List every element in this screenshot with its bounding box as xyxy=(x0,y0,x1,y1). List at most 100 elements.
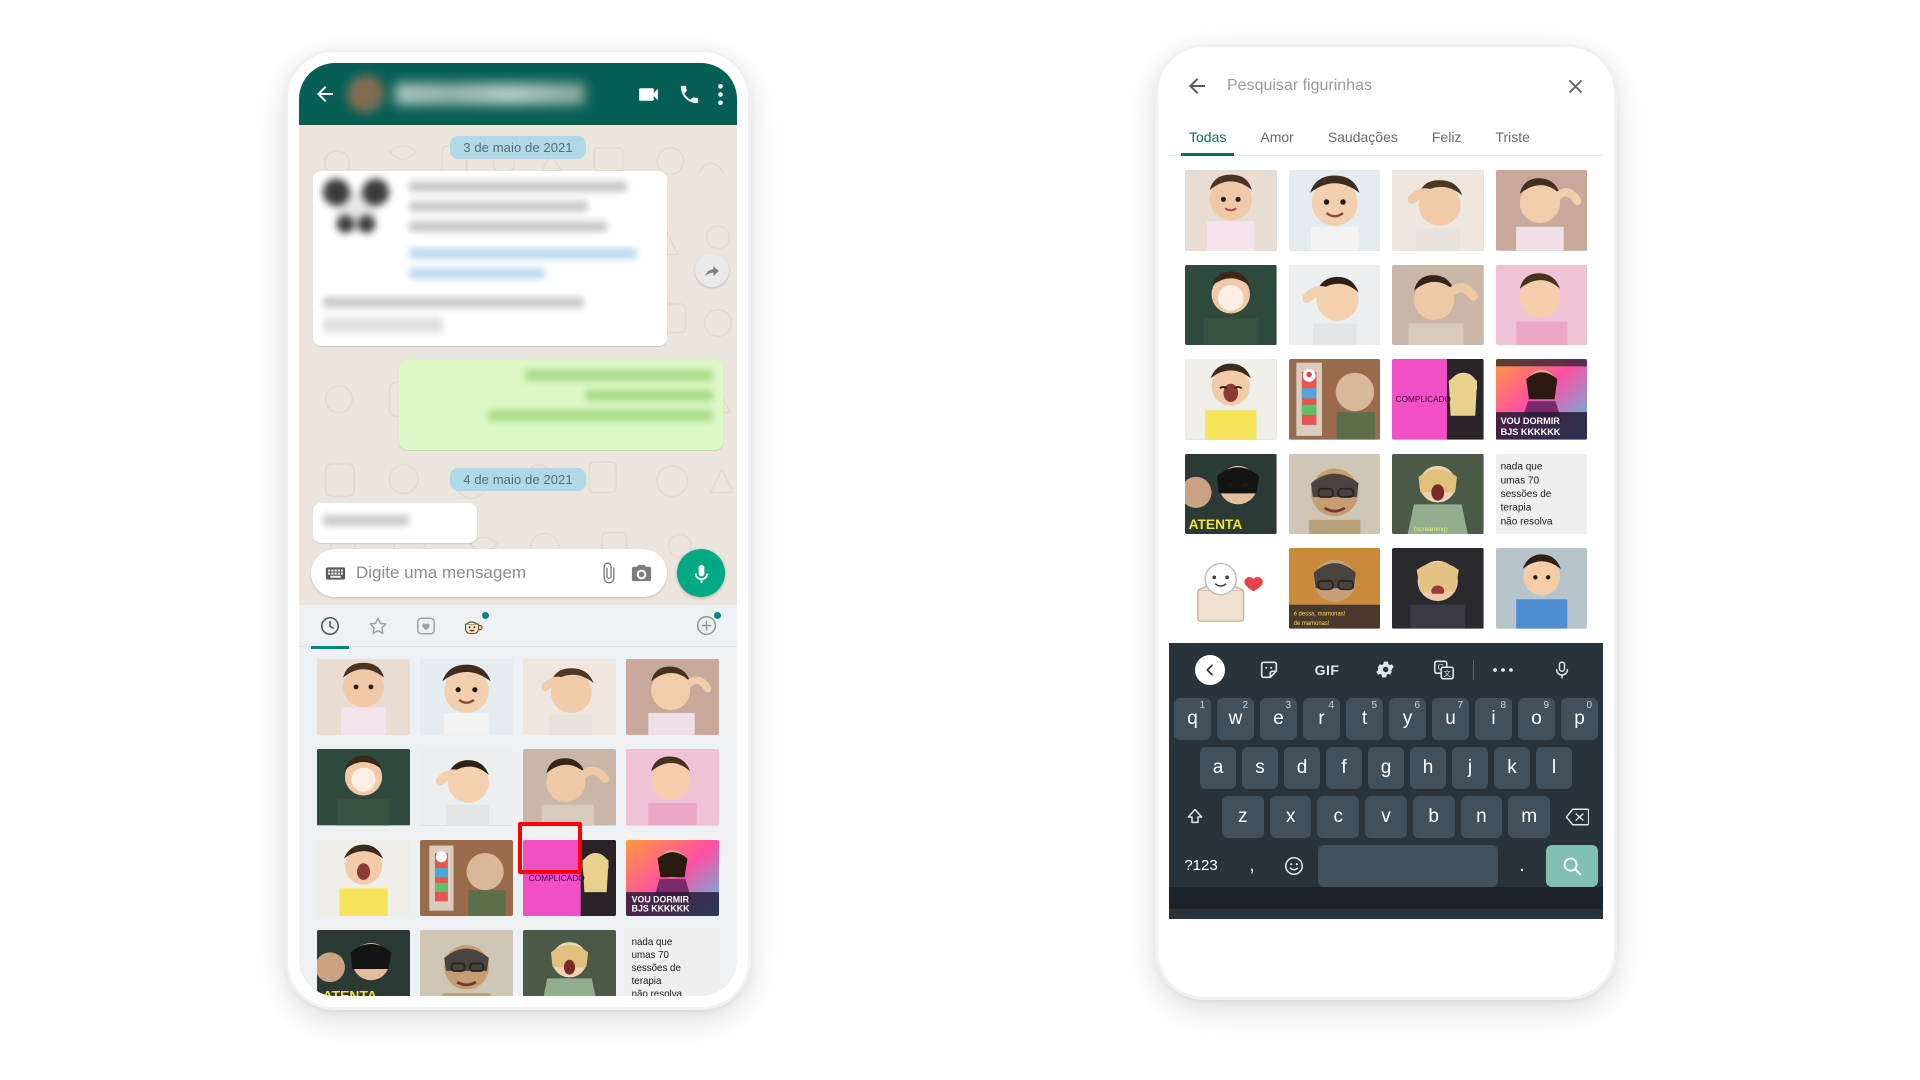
tab-triste[interactable]: Triste xyxy=(1487,129,1537,155)
sticker-result[interactable] xyxy=(1288,453,1380,535)
emoji-key[interactable] xyxy=(1276,845,1312,887)
sticker-result[interactable]: é dessa, mamonas! de mamonas! xyxy=(1288,548,1380,629)
sticker-result[interactable]: ATENTA xyxy=(1185,453,1277,535)
message-bubble-incoming[interactable] xyxy=(313,171,667,346)
sticker-result[interactable] xyxy=(1392,264,1484,346)
space-key[interactable] xyxy=(1318,844,1498,887)
tab-feliz[interactable]: Feliz xyxy=(1424,129,1470,155)
sticker-result[interactable] xyxy=(1185,170,1277,251)
sticker-item[interactable] xyxy=(317,749,410,826)
keyboard-gif-button[interactable]: GIF xyxy=(1298,662,1356,678)
tab-saudacoes[interactable]: Saudações xyxy=(1320,129,1406,155)
key-d[interactable]: d xyxy=(1284,746,1320,789)
key-g[interactable]: g xyxy=(1368,746,1404,789)
key-p[interactable]: 0p xyxy=(1561,697,1598,740)
sticker-result[interactable]: nada que umas 70 sessões de terapia não reso… xyxy=(1495,453,1587,535)
key-t[interactable]: 5t xyxy=(1346,697,1383,740)
key-m[interactable]: m xyxy=(1508,795,1551,838)
sticker-result[interactable]: COMPLICADO xyxy=(1392,359,1484,440)
sticker-result[interactable] xyxy=(1495,170,1587,251)
sticker-item[interactable] xyxy=(523,659,616,736)
search-enter-key[interactable] xyxy=(1546,844,1598,887)
keyboard-sticker-button[interactable] xyxy=(1239,659,1297,681)
video-call-icon[interactable] xyxy=(636,82,661,107)
forward-message-button[interactable] xyxy=(695,253,729,287)
key-l[interactable]: l xyxy=(1536,746,1572,789)
message-bubble-outgoing[interactable] xyxy=(399,360,723,450)
message-placeholder[interactable]: Digite uma mensagem xyxy=(356,563,588,583)
keyboard-icon[interactable] xyxy=(325,563,346,584)
sticker-result[interactable] xyxy=(1288,359,1380,440)
sticker-item[interactable] xyxy=(420,659,513,736)
sticker-result[interactable]: (screaming) xyxy=(1392,453,1484,535)
sticker-tab-favorites[interactable] xyxy=(365,613,391,639)
key-k[interactable]: k xyxy=(1494,746,1530,789)
key-i[interactable]: 8i xyxy=(1475,697,1512,740)
message-input-pill[interactable]: Digite uma mensagem xyxy=(311,549,667,597)
key-x[interactable]: x xyxy=(1269,795,1312,838)
sticker-item[interactable]: COMPLICADO xyxy=(523,839,616,916)
message-bubble-incoming-2[interactable] xyxy=(313,503,477,543)
keyboard-more-button[interactable] xyxy=(1474,666,1532,674)
key-r[interactable]: 4r xyxy=(1303,697,1340,740)
comma-key[interactable]: , xyxy=(1234,845,1270,887)
add-sticker-pack-button[interactable] xyxy=(693,611,721,639)
overflow-menu-icon[interactable] xyxy=(718,83,723,105)
sticker-result[interactable] xyxy=(1185,359,1277,440)
arrow-left-icon[interactable] xyxy=(313,82,337,106)
sticker-result[interactable] xyxy=(1495,264,1587,346)
sticker-item[interactable] xyxy=(626,749,719,826)
phone-call-icon[interactable] xyxy=(678,83,701,106)
sticker-item[interactable]: ATENTA xyxy=(317,929,410,996)
sticker-item[interactable] xyxy=(420,929,513,996)
key-f[interactable]: f xyxy=(1326,746,1362,789)
backspace-key[interactable] xyxy=(1556,795,1599,838)
key-b[interactable]: b xyxy=(1412,795,1455,838)
key-n[interactable]: n xyxy=(1460,795,1503,838)
period-key[interactable]: . xyxy=(1504,845,1540,887)
keyboard-mic-button[interactable] xyxy=(1533,660,1591,680)
key-s[interactable]: s xyxy=(1242,746,1278,789)
keyboard-translate-button[interactable]: G文 xyxy=(1415,659,1473,681)
sticker-result[interactable]: VOU DORMIR BJS KKKKKK xyxy=(1495,359,1587,440)
sticker-result[interactable] xyxy=(1392,548,1484,629)
key-v[interactable]: v xyxy=(1365,795,1407,838)
sticker-item[interactable] xyxy=(420,839,513,916)
key-c[interactable]: c xyxy=(1317,795,1360,838)
sticker-grid[interactable]: COMPLICADO VOU DORMIRBJS KKKKKK ATENTA (… xyxy=(299,647,737,996)
sticker-result[interactable] xyxy=(1288,264,1380,346)
key-w[interactable]: 2w xyxy=(1217,697,1254,740)
tab-todas[interactable]: Todas xyxy=(1181,129,1235,156)
sticker-item[interactable]: (screaming) xyxy=(523,929,616,996)
key-e[interactable]: 3e xyxy=(1260,697,1297,740)
arrow-left-icon[interactable] xyxy=(1185,74,1209,98)
key-a[interactable]: a xyxy=(1200,746,1236,789)
voice-record-button[interactable] xyxy=(677,549,725,597)
key-h[interactable]: h xyxy=(1410,746,1446,789)
sticker-item[interactable]: nada que umas 70 sessões de terapia não reso… xyxy=(626,929,719,996)
key-u[interactable]: 7u xyxy=(1432,697,1469,740)
keyboard-settings-button[interactable] xyxy=(1356,659,1414,680)
camera-icon[interactable] xyxy=(630,562,653,585)
sticker-item[interactable] xyxy=(420,749,513,826)
key-o[interactable]: 9o xyxy=(1518,697,1555,740)
sticker-item[interactable] xyxy=(317,659,410,736)
sticker-item[interactable] xyxy=(523,749,616,826)
keyboard-back-button[interactable] xyxy=(1181,654,1239,685)
symbols-key[interactable]: ?123 xyxy=(1174,844,1228,887)
close-icon[interactable] xyxy=(1564,75,1587,98)
sticker-item[interactable]: VOU DORMIR BJS KKKKKK xyxy=(626,839,719,916)
key-j[interactable]: j xyxy=(1452,746,1488,789)
chat-message-list[interactable]: 3 de maio de 2021 4 de maio de 2021 Digi… xyxy=(299,125,737,605)
sticker-result[interactable] xyxy=(1185,264,1277,346)
sticker-tab-recents[interactable] xyxy=(311,613,349,649)
sticker-result[interactable] xyxy=(1495,548,1587,629)
sticker-item[interactable] xyxy=(626,659,719,736)
sticker-tab-pack[interactable] xyxy=(461,611,489,639)
avatar[interactable] xyxy=(347,75,385,113)
sticker-result[interactable] xyxy=(1185,548,1277,629)
sticker-result[interactable] xyxy=(1392,170,1484,251)
key-q[interactable]: 1q xyxy=(1174,697,1211,740)
sticker-item[interactable] xyxy=(317,839,410,916)
contact-name-redacted[interactable] xyxy=(395,83,585,105)
